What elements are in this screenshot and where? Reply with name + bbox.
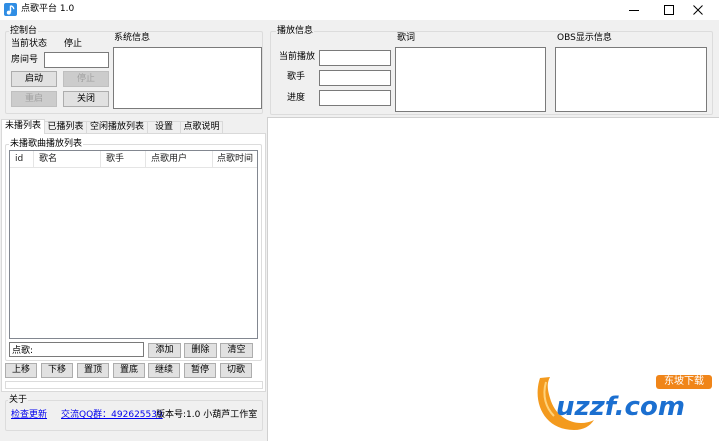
column-separator[interactable] <box>212 151 213 168</box>
about-title: 关于 <box>8 395 29 406</box>
progress-field[interactable] <box>319 90 391 106</box>
column-header-id[interactable]: id <box>15 151 23 168</box>
music-note-icon-svg <box>4 3 17 16</box>
clear-button[interactable]: 清空 <box>220 343 253 358</box>
skip-song-button[interactable]: 切歌 <box>220 363 252 378</box>
maximize-button[interactable] <box>654 0 684 20</box>
queue-listview[interactable]: id 歌名 歌手 点歌用户 点歌时间 <box>9 150 258 339</box>
lyrics-label: 歌词 <box>397 33 416 43</box>
singer-label: 歌手 <box>287 72 306 82</box>
delete-button[interactable]: 删除 <box>184 343 217 358</box>
listview-header: id 歌名 歌手 点歌用户 点歌时间 <box>10 151 257 168</box>
start-button[interactable]: 启动 <box>11 71 57 87</box>
column-header-song[interactable]: 歌名 <box>39 151 57 168</box>
lyrics-textarea[interactable] <box>395 47 546 112</box>
now-playing-field[interactable] <box>319 50 391 66</box>
column-header-user[interactable]: 点歌用户 <box>151 151 187 168</box>
close-button[interactable] <box>683 0 713 20</box>
move-bottom-button[interactable]: 置底 <box>113 363 145 378</box>
system-info-textarea[interactable] <box>113 47 262 109</box>
control-panel-title: 控制台 <box>9 26 39 37</box>
singer-field[interactable] <box>319 70 391 86</box>
pause-button[interactable]: 暂停 <box>184 363 216 378</box>
column-separator[interactable] <box>145 151 146 168</box>
obs-info-label: OBS显示信息 <box>557 33 612 43</box>
status-strip <box>5 381 263 389</box>
check-update-link[interactable]: 检查更新 <box>11 410 47 421</box>
room-input[interactable] <box>44 52 109 68</box>
qq-group-link[interactable]: 交流QQ群：492625539 <box>61 410 163 421</box>
status-value: 停止 <box>64 39 83 49</box>
obs-info-textarea[interactable] <box>555 47 707 112</box>
music-note-icon <box>4 3 17 16</box>
close-app-button[interactable]: 关闭 <box>63 91 109 107</box>
column-separator[interactable] <box>33 151 34 168</box>
column-header-time[interactable]: 点歌时间 <box>217 151 253 168</box>
minimize-icon <box>629 10 639 11</box>
column-header-singer[interactable]: 歌手 <box>106 151 124 168</box>
room-label: 房间号 <box>11 55 39 65</box>
status-label: 当前状态 <box>11 39 48 49</box>
version-text: 版本号:1.0 小葫芦工作室 <box>156 410 258 420</box>
move-down-button[interactable]: 下移 <box>41 363 73 378</box>
stop-button[interactable]: 停止 <box>63 71 109 87</box>
restart-button[interactable]: 重启 <box>11 91 57 107</box>
watermark-brand: uzzf.com <box>556 392 685 422</box>
progress-label: 进度 <box>287 93 306 103</box>
resume-button[interactable]: 继续 <box>148 363 180 378</box>
window-title: 点歌平台 1.0 <box>21 4 75 14</box>
title-bar[interactable]: 点歌平台 1.0 <box>0 0 719 20</box>
system-info-label: 系统信息 <box>114 33 151 43</box>
move-top-button[interactable]: 置顶 <box>77 363 109 378</box>
maximize-icon <box>664 5 674 15</box>
watermark-badge: 东坡下载 <box>656 375 712 389</box>
song-request-input[interactable] <box>9 342 144 357</box>
watermark-logo: uzzf.com 东坡下载 <box>532 372 716 434</box>
tab-unplayed[interactable]: 未播列表 <box>1 119 45 134</box>
close-icon <box>693 5 703 15</box>
move-up-button[interactable]: 上移 <box>5 363 37 378</box>
now-playing-label: 当前播放 <box>279 52 316 62</box>
play-info-title: 播放信息 <box>276 26 315 37</box>
add-button[interactable]: 添加 <box>148 343 181 358</box>
column-separator[interactable] <box>100 151 101 168</box>
queue-group-title: 未播歌曲播放列表 <box>9 139 84 150</box>
minimize-button[interactable] <box>619 0 649 20</box>
